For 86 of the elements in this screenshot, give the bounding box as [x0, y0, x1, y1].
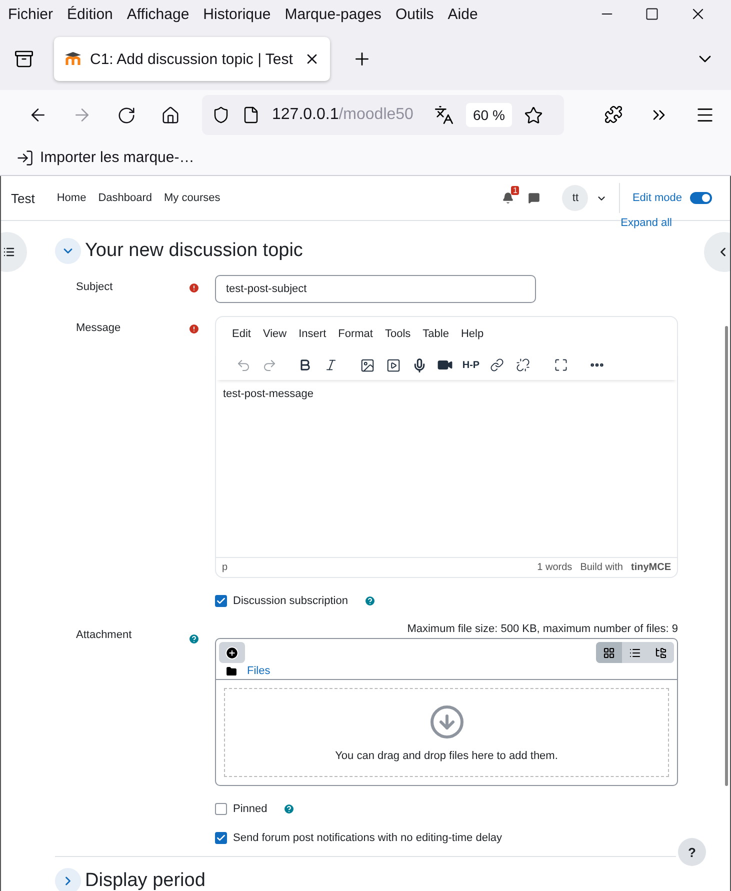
checkbox[interactable]: [215, 832, 227, 844]
bell-icon[interactable]: [502, 192, 514, 204]
tree-icon: [655, 646, 667, 658]
list-icon: [3, 246, 15, 258]
chat-icon[interactable]: [528, 192, 540, 204]
checkbox-label: Discussion subscription: [233, 595, 348, 607]
menu-item[interactable]: Affichage: [126, 6, 190, 22]
site-name[interactable]: Test: [11, 190, 35, 206]
editor-menu-item[interactable]: Tools: [384, 328, 411, 340]
branding-text: Build with: [580, 562, 623, 573]
section-toggle[interactable]: [55, 238, 81, 264]
editor-menu-item[interactable]: Help: [460, 328, 484, 340]
reload-icon[interactable]: [116, 106, 136, 124]
editor-content[interactable]: test-post-message: [216, 380, 677, 557]
italic-icon[interactable]: [324, 358, 338, 372]
tinymce-logo[interactable]: tinyMCE: [631, 562, 671, 573]
section-toggle[interactable]: [55, 868, 81, 891]
undo-icon[interactable]: [236, 358, 250, 372]
notification-count: 1: [511, 186, 520, 195]
editor-menu-item[interactable]: Table: [422, 328, 449, 340]
unlink-icon[interactable]: [516, 358, 530, 372]
home-icon[interactable]: [160, 106, 180, 124]
menu-item[interactable]: Fichier: [8, 6, 54, 22]
expand-all-link[interactable]: Expand all: [620, 217, 672, 233]
field-label: Subject: [76, 280, 114, 295]
editor-menu-item[interactable]: Format: [338, 328, 373, 340]
menu-item[interactable]: Aide: [448, 6, 478, 22]
editor-menu-item[interactable]: View: [262, 328, 287, 340]
field-label: Message: [76, 321, 122, 336]
help-icon[interactable]: [188, 633, 200, 645]
grid-icon: [603, 646, 615, 658]
nav-link[interactable]: Dashboard: [98, 192, 152, 204]
word-count: 1 words: [537, 562, 572, 573]
import-icon: [16, 148, 34, 166]
image-icon[interactable]: [360, 358, 374, 372]
editor-menu-item[interactable]: Edit: [232, 328, 251, 340]
fullscreen-icon[interactable]: [554, 358, 568, 372]
add-file-button[interactable]: [219, 642, 245, 663]
maximize-icon[interactable]: [645, 7, 659, 21]
element-path: p: [222, 562, 228, 573]
help-button[interactable]: ?: [678, 838, 706, 866]
section-title: Your new discussion topic: [85, 240, 303, 262]
extensions-icon[interactable]: [604, 105, 623, 124]
address-bar[interactable]: 127.0.0.1/moodle50 60 %: [202, 95, 564, 135]
scrollbar[interactable]: [725, 326, 728, 786]
nav-link[interactable]: My courses: [164, 192, 220, 204]
translate-icon[interactable]: [434, 105, 454, 125]
help-icon[interactable]: [283, 803, 296, 815]
folder-icon: [226, 666, 237, 676]
menu-item[interactable]: Édition: [67, 6, 113, 22]
drop-hint: You can drag and drop files here to add them.: [335, 750, 558, 762]
checkbox[interactable]: [215, 595, 227, 607]
view-mode-button[interactable]: [596, 642, 622, 663]
file-limits-text: Maximum file size: 500 KB, maximum number of files: 9: [406, 623, 678, 637]
menu-item[interactable]: Outils: [395, 6, 434, 22]
moodle-logo-icon: [64, 52, 82, 66]
folder-link[interactable]: Files: [247, 665, 270, 677]
user-avatar[interactable]: tt: [562, 185, 588, 211]
nav-link[interactable]: Home: [56, 192, 86, 204]
add-icon: [225, 646, 239, 660]
menu-item[interactable]: Marque-pages: [284, 6, 382, 22]
bookmark-item[interactable]: Importer les marque-…: [16, 148, 194, 166]
zoom-level[interactable]: 60 %: [466, 103, 512, 127]
help-icon[interactable]: [364, 595, 376, 607]
microphone-icon[interactable]: [412, 358, 426, 372]
media-icon[interactable]: [386, 358, 400, 372]
tab-tray-icon[interactable]: [14, 49, 34, 69]
checkbox-label: Send forum post notifications with no editing-time delay: [233, 832, 502, 844]
link-icon[interactable]: [490, 358, 504, 372]
edit-mode-label: Edit mode: [632, 192, 682, 204]
drop-zone[interactable]: You can drag and drop files here to add them.: [224, 688, 669, 777]
bookmark-star-icon[interactable]: [524, 106, 543, 124]
subject-field[interactable]: test-post-subject: [215, 275, 536, 303]
editor-menu-item[interactable]: Insert: [298, 328, 326, 340]
h5p-button[interactable]: H-P: [458, 360, 484, 370]
menu-item[interactable]: Historique: [203, 6, 271, 22]
edit-mode-toggle[interactable]: [690, 192, 712, 204]
field-label: Attachment: [76, 628, 133, 643]
checkbox-label: Pinned: [233, 803, 268, 815]
bold-icon[interactable]: [298, 358, 312, 372]
checkbox[interactable]: [215, 803, 227, 815]
browser-tab[interactable]: C1: Add discussion topic | Test: [54, 37, 330, 81]
page-icon: [242, 106, 260, 124]
redo-icon[interactable]: [262, 358, 276, 372]
section-title: Display period: [85, 870, 206, 891]
shield-icon: [212, 106, 230, 124]
